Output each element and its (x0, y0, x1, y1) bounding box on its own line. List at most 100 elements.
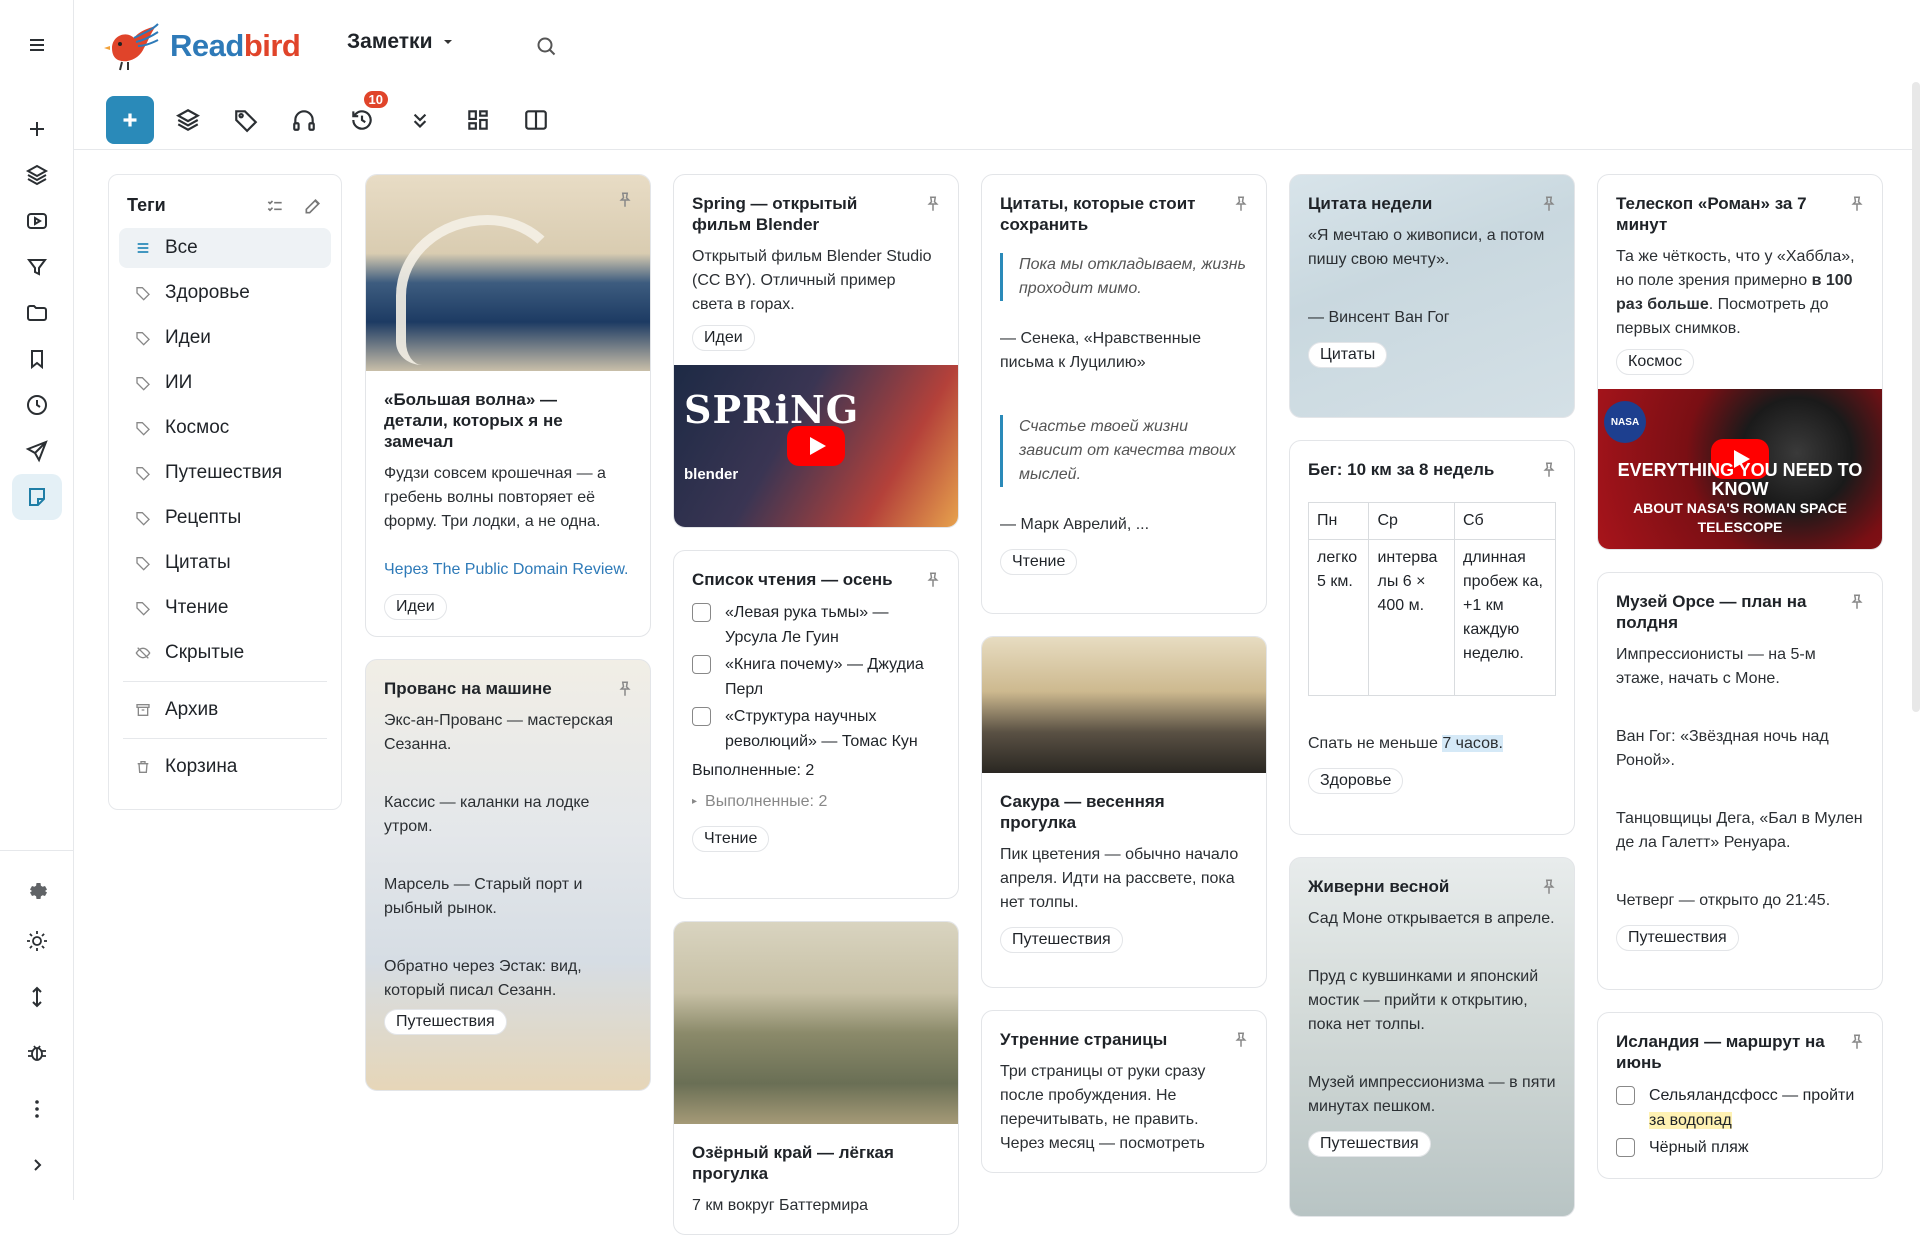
completed-toggle[interactable]: ▸ Выполненные: 2 (692, 789, 940, 814)
note-tag-chip[interactable]: Космос (1616, 349, 1695, 375)
checkbox[interactable] (692, 655, 711, 674)
tag-item-all[interactable]: Все (119, 228, 331, 268)
video-thumbnail-telescope[interactable]: NASA EVERYTHING YOU NEED TO KNOW ABOUT NA… (1598, 389, 1882, 549)
grid-view-icon[interactable] (454, 97, 502, 143)
note-tag-chip[interactable]: Чтение (1000, 549, 1078, 575)
note-card-reading-list[interactable]: Список чтения — осень «Левая рука тьмы» … (673, 550, 959, 899)
add-note-button[interactable] (106, 96, 154, 144)
tag-item-hidden[interactable]: Скрытые (119, 633, 331, 673)
note-tag-chip[interactable]: Путешествия (1308, 1131, 1431, 1157)
sun-icon[interactable] (12, 918, 62, 964)
note-card-running[interactable]: Бег: 10 км за 8 недель Пн Ср Сб легко 5 … (1289, 440, 1575, 835)
checklist-item[interactable]: «Структура научных революций» — Томас Ку… (692, 704, 940, 754)
checklist-icon[interactable] (265, 196, 285, 216)
note-tag-chip[interactable]: Идеи (384, 594, 447, 620)
history-icon[interactable]: 10 (338, 91, 388, 143)
pin-icon[interactable] (616, 680, 634, 698)
tag-item-reading[interactable]: Чтение (119, 588, 331, 628)
layers-icon[interactable] (164, 97, 212, 143)
pin-icon[interactable] (1540, 195, 1558, 213)
note-tag-chip[interactable]: Путешествия (1000, 927, 1123, 953)
play-icon[interactable] (787, 426, 845, 466)
send-icon[interactable] (12, 428, 62, 474)
checklist-item[interactable]: Чёрный пляж (1616, 1135, 1864, 1160)
menu-icon[interactable] (12, 22, 62, 68)
note-link[interactable]: Через The Public Domain Review. (384, 558, 632, 582)
search-icon[interactable] (534, 34, 558, 58)
columns-icon[interactable] (512, 97, 560, 143)
checkbox[interactable] (1616, 1086, 1635, 1105)
note-card-iceland[interactable]: Исландия — маршрут на июнь Сельяландсфос… (1597, 1012, 1883, 1179)
section-select[interactable]: Заметки (347, 30, 454, 54)
tag-item-archive[interactable]: Архив (119, 690, 331, 730)
tag-icon (136, 602, 150, 616)
note-card-sakura[interactable]: Сакура — весенняя прогулка Пик цветения … (981, 636, 1267, 988)
note-tag-chip[interactable]: Путешествия (384, 1009, 507, 1035)
note-tag-chip[interactable]: Идеи (692, 325, 755, 351)
tag-item-space[interactable]: Космос (119, 408, 331, 448)
note-card-orsay[interactable]: Музей Орсе — план на полдня Импрессионис… (1597, 572, 1883, 990)
more-vertical-icon[interactable] (12, 1086, 62, 1132)
tag-item-ideas[interactable]: Идеи (119, 318, 331, 358)
checklist-text: «Левая рука тьмы» — Урсула Ле Гуин (725, 604, 889, 646)
tag-item-trash[interactable]: Корзина (119, 747, 331, 787)
completed-toggle-label: Выполненные: 2 (705, 793, 828, 810)
pin-icon[interactable] (924, 571, 942, 589)
checkbox[interactable] (1616, 1138, 1635, 1157)
tag-item-recipes[interactable]: Рецепты (119, 498, 331, 538)
gear-icon[interactable] (12, 868, 62, 914)
note-card-telescope[interactable]: Телескоп «Роман» за 7 минут Та же чёткос… (1597, 174, 1883, 550)
pin-icon[interactable] (1848, 1033, 1866, 1051)
notes-icon[interactable] (12, 474, 62, 520)
pin-icon[interactable] (1848, 593, 1866, 611)
video-thumbnail-spring[interactable]: SPRiNG blender (674, 365, 958, 527)
clock-icon[interactable] (12, 382, 62, 428)
folder-icon[interactable] (12, 290, 62, 336)
bug-icon[interactable] (12, 1030, 62, 1076)
checkbox[interactable] (692, 603, 711, 622)
app-logo[interactable]: Readbird (104, 18, 301, 74)
note-card-spring[interactable]: Spring — открытый фильм Blender Открытый… (673, 174, 959, 528)
video-icon[interactable] (12, 198, 62, 244)
tag-item-quotes[interactable]: Цитаты (119, 543, 331, 583)
note-tag-chip[interactable]: Цитаты (1308, 342, 1388, 368)
tag-item-ai[interactable]: ИИ (119, 363, 331, 403)
pin-icon[interactable] (616, 191, 634, 209)
bookmark-icon[interactable] (12, 336, 62, 382)
checklist-item[interactable]: Сельяландсфосс — пройти за водопад (1616, 1083, 1864, 1133)
table-cell: длинная пробеж ка, +1 км каждую неделю. (1453, 539, 1557, 696)
pin-icon[interactable] (924, 195, 942, 213)
edit-icon[interactable] (303, 196, 323, 216)
sort-arrows-icon[interactable] (12, 974, 62, 1020)
tag-item-travel[interactable]: Путешествия (119, 453, 331, 493)
eye-off-icon (135, 647, 151, 659)
note-card-quotes[interactable]: Цитаты, которые стоит сохранить Пока мы … (981, 174, 1267, 614)
note-card-morning-pages[interactable]: Утренние страницы Три страницы от руки с… (981, 1010, 1267, 1173)
note-card-lake[interactable]: Озёрный край — лёгкая прогулка 7 км вокр… (673, 921, 959, 1235)
pin-icon[interactable] (1232, 1031, 1250, 1049)
chevrons-down-icon[interactable] (396, 97, 444, 143)
checklist-item[interactable]: «Книга почему» — Джудиа Перл (692, 652, 940, 702)
tag-item-health[interactable]: Здоровье (119, 273, 331, 313)
training-table: Пн Ср Сб легко 5 км. интерва лы 6 × 400 … (1307, 502, 1557, 696)
note-card-quote-week[interactable]: Цитата недели «Я мечтаю о живописи, а по… (1289, 174, 1575, 418)
filter-icon[interactable] (12, 244, 62, 290)
checkbox[interactable] (692, 707, 711, 726)
note-card-wave[interactable]: «Большая волна» — детали, которых я не з… (365, 174, 651, 637)
tag-icon[interactable] (222, 97, 270, 143)
headphones-icon[interactable] (280, 97, 328, 143)
note-card-provence[interactable]: Прованс на машине Экс-ан-Прованс — масте… (365, 659, 651, 1091)
pin-icon[interactable] (1540, 461, 1558, 479)
layers-icon[interactable] (12, 152, 62, 198)
note-tag-chip[interactable]: Здоровье (1308, 768, 1404, 794)
pin-icon[interactable] (1540, 878, 1558, 896)
chevron-right-icon[interactable] (12, 1142, 62, 1188)
add-icon[interactable] (12, 106, 62, 152)
note-tag-chip[interactable]: Путешествия (1616, 925, 1739, 951)
pin-icon[interactable] (1232, 195, 1250, 213)
pin-icon[interactable] (1848, 195, 1866, 213)
note-tag-chip[interactable]: Чтение (692, 826, 770, 852)
checklist-item[interactable]: «Левая рука тьмы» — Урсула Ле Гуин (692, 600, 940, 650)
note-card-giverny[interactable]: Живерни весной Сад Моне открывается в ап… (1289, 857, 1575, 1217)
scrollbar[interactable] (1912, 82, 1920, 712)
